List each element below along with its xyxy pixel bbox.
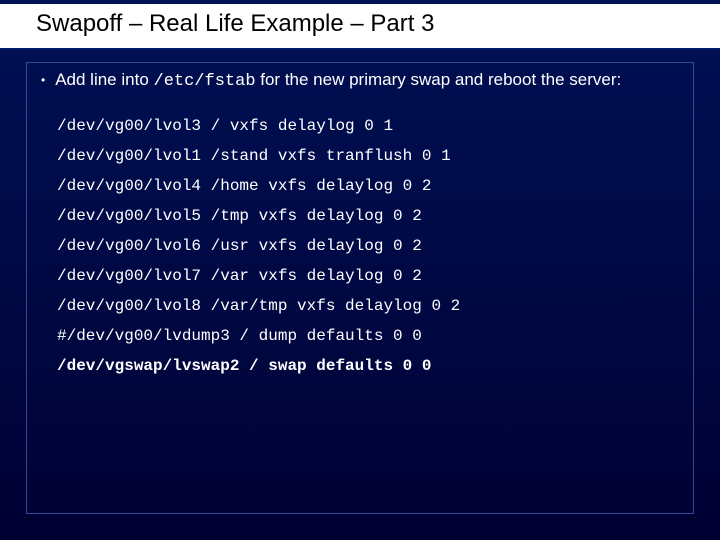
title-wrap: Swapoff – Real Life Example – Part 3 [0, 0, 720, 50]
bullet-text: Add line into /etc/fstab for the new pri… [55, 69, 621, 93]
fstab-line: #/dev/vg00/lvdump3 / dump defaults 0 0 [57, 321, 679, 351]
bullet-pre: Add line into [55, 70, 153, 89]
fstab-line: /dev/vg00/lvol6 /usr vxfs delaylog 0 2 [57, 231, 679, 261]
bullet-code: /etc/fstab [154, 72, 256, 91]
fstab-line: /dev/vg00/lvol7 /var vxfs delaylog 0 2 [57, 261, 679, 291]
slide: Swapoff – Real Life Example – Part 3 • A… [0, 0, 720, 540]
bullet-post: for the new primary swap and reboot the … [256, 70, 622, 89]
fstab-line-new: /dev/vgswap/lvswap2 / swap defaults 0 0 [57, 351, 679, 381]
fstab-line: /dev/vg00/lvol1 /stand vxfs tranflush 0 … [57, 141, 679, 171]
fstab-line: /dev/vg00/lvol4 /home vxfs delaylog 0 2 [57, 171, 679, 201]
fstab-line: /dev/vg00/lvol8 /var/tmp vxfs delaylog 0… [57, 291, 679, 321]
bullet-item: • Add line into /etc/fstab for the new p… [41, 69, 679, 93]
bullet-dot-icon: • [41, 69, 45, 91]
fstab-line: /dev/vg00/lvol3 / vxfs delaylog 0 1 [57, 111, 679, 141]
fstab-block: /dev/vg00/lvol3 / vxfs delaylog 0 1 /dev… [57, 111, 679, 381]
slide-title: Swapoff – Real Life Example – Part 3 [0, 4, 720, 50]
fstab-line: /dev/vg00/lvol5 /tmp vxfs delaylog 0 2 [57, 201, 679, 231]
content-box: • Add line into /etc/fstab for the new p… [26, 62, 694, 514]
